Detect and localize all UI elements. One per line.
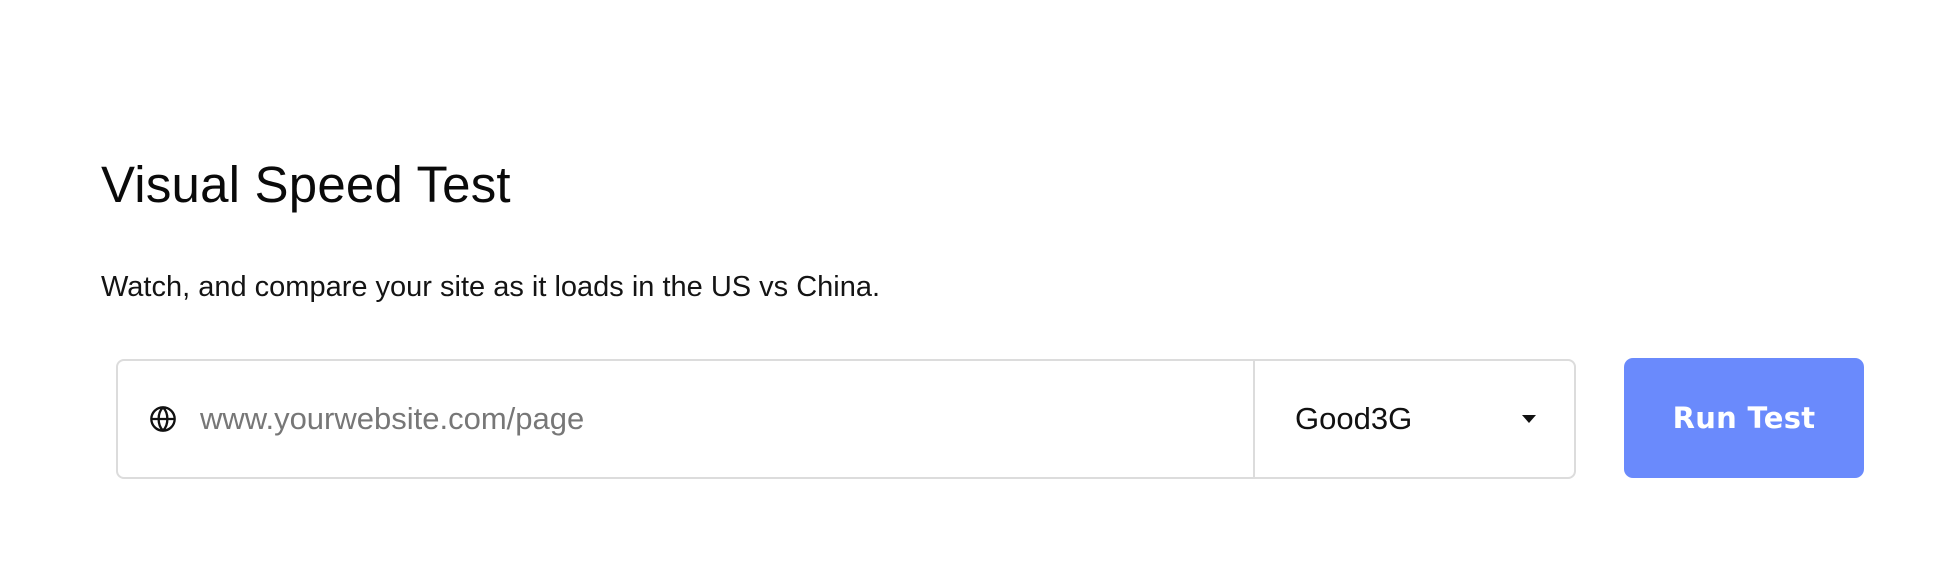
run-test-button[interactable]: Run Test xyxy=(1624,358,1864,478)
url-input[interactable] xyxy=(198,388,1253,450)
network-select[interactable]: Good3G xyxy=(1255,361,1574,477)
speed-test-form: Good3G xyxy=(116,359,1576,479)
globe-icon xyxy=(148,404,178,434)
page-title: Visual Speed Test xyxy=(101,156,511,213)
network-select-value: Good3G xyxy=(1295,401,1413,436)
url-field xyxy=(118,361,1255,477)
caret-down-icon xyxy=(1522,415,1536,423)
page-subtitle: Watch, and compare your site as it loads… xyxy=(101,271,881,303)
